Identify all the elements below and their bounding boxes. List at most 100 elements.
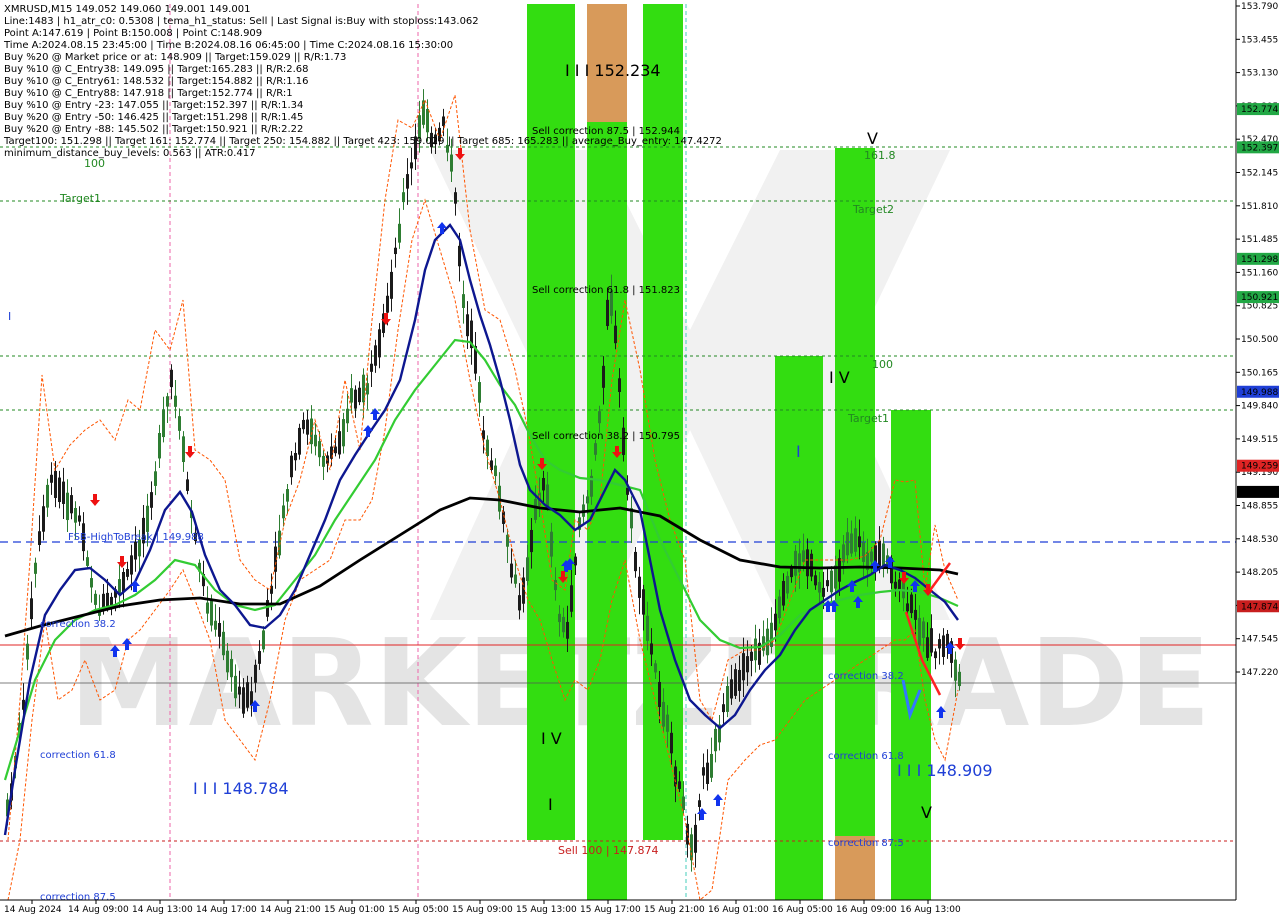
info-line: Line:1483 | h1_atr_c0: 0.5308 | tema_h1_… <box>4 16 479 27</box>
candle-body <box>290 455 293 478</box>
price-tick-label: 150.825 <box>1241 302 1278 312</box>
label-wave-i-left: I <box>8 310 11 323</box>
candle-body <box>182 436 185 463</box>
price-box-label: 149.259 <box>1241 462 1278 472</box>
candle-body <box>662 701 665 727</box>
time-tick-label: 15 Aug 01:00 <box>324 905 385 915</box>
candle-body <box>74 507 77 523</box>
candle-body <box>94 593 97 605</box>
candle-body <box>214 620 217 630</box>
price-box-label: 152.774 <box>1241 105 1278 115</box>
candle-body <box>634 551 637 572</box>
time-tick-label: 15 Aug 09:00 <box>452 905 513 915</box>
candle-body <box>882 543 885 567</box>
candle-body <box>534 498 537 520</box>
candle-body <box>162 409 165 438</box>
candle-body <box>878 540 881 566</box>
price-tick-label: 149.840 <box>1241 402 1278 412</box>
candle-body <box>254 664 257 683</box>
candle-body <box>86 557 89 566</box>
candle-body <box>370 363 373 372</box>
candle-body <box>726 685 729 712</box>
candle-body <box>298 427 301 455</box>
info-line: Point A:147.619 | Point B:150.008 | Poin… <box>4 28 262 39</box>
label-level-148909: I I I 148.909 <box>897 761 993 780</box>
candle-body <box>826 580 829 587</box>
candle-body <box>282 505 285 519</box>
candle-body <box>494 465 497 477</box>
candle-body <box>294 452 297 461</box>
candle-body <box>550 531 553 557</box>
candle-body <box>670 732 673 754</box>
candle-body <box>586 496 589 504</box>
price-box-label: 149.988 <box>1241 388 1278 398</box>
candle-body <box>450 154 453 172</box>
candle-body <box>246 682 249 708</box>
candle-body <box>894 581 897 589</box>
candle-body <box>206 602 209 614</box>
label-correction-38-right: correction 38.2 <box>828 671 904 682</box>
candle-body <box>218 623 221 637</box>
candle-body <box>354 389 357 409</box>
info-line: Buy %10 @ C_Entry38: 149.095 || Target:1… <box>4 64 309 75</box>
candle-body <box>678 781 681 789</box>
label-level-148784: I I I 148.784 <box>193 779 289 798</box>
time-tick-label: 15 Aug 05:00 <box>388 905 449 915</box>
candle-body <box>666 714 669 732</box>
label-wave-iv-mid: I V <box>541 729 562 748</box>
candle-body <box>78 515 81 522</box>
candle-body <box>38 531 41 545</box>
candle-body <box>698 800 701 807</box>
candle-body <box>818 582 821 593</box>
candle-body <box>186 479 189 491</box>
time-tick-label: 15 Aug 17:00 <box>580 905 641 915</box>
label-wave-v-top: V <box>867 129 878 148</box>
candle-body <box>958 671 961 687</box>
candle-body <box>410 162 413 169</box>
candle-body <box>938 639 941 649</box>
candle-body <box>126 569 129 577</box>
candle-body <box>26 643 29 660</box>
candle-body <box>66 492 69 521</box>
candle-body <box>266 600 269 617</box>
candle-body <box>786 575 789 594</box>
candle-body <box>346 408 349 424</box>
candle-body <box>462 294 465 308</box>
candle-body <box>690 834 693 861</box>
candle-body <box>526 557 529 581</box>
candle-body <box>394 247 397 255</box>
candle-body <box>234 675 237 699</box>
candle-body <box>798 553 801 573</box>
info-line: Buy %10 @ Entry -23: 147.055 || Target:1… <box>4 100 303 111</box>
price-tick-label: 148.530 <box>1241 535 1278 545</box>
candle-body <box>338 431 341 455</box>
candle-body <box>814 575 817 586</box>
price-tick-label: 149.515 <box>1241 435 1278 445</box>
price-chart[interactable]: MARKETZITRADE XMRUSD,M15 149.052 149.060… <box>0 0 1280 920</box>
candle-body <box>782 580 785 606</box>
time-tick-label: 16 Aug 13:00 <box>900 905 961 915</box>
label-wave-i-right: I <box>796 442 801 461</box>
info-line: Target100: 151.298 || Target 161: 152.77… <box>3 136 722 147</box>
candle-body <box>170 369 173 388</box>
candle-body <box>594 443 597 455</box>
label-correction-38-left: correction 38.2 <box>40 619 116 630</box>
time-tick-label: 14 Aug 13:00 <box>132 905 193 915</box>
label-level-152234: I I I 152.234 <box>565 61 661 80</box>
price-axis[interactable]: 153.790153.455153.130152.805152.470152.1… <box>1235 0 1280 900</box>
candle-body <box>506 534 509 547</box>
candle-body <box>222 631 225 656</box>
candle-body <box>402 192 405 203</box>
candle-body <box>510 563 513 578</box>
candle-body <box>46 484 49 508</box>
label-correction-87-right: correction 87.5 <box>828 838 904 849</box>
time-axis[interactable]: 14 Aug 2024 14 Aug 09:00 14 Aug 13:00 14 Au… <box>0 899 1280 920</box>
info-line: Buy %20 @ Entry -88: 145.502 || Target:1… <box>4 124 303 135</box>
candle-body <box>54 470 57 498</box>
candle-body <box>386 295 389 313</box>
candle-body <box>558 613 561 623</box>
label-sell-correction-38: Sell correction 38.2 | 150.795 <box>532 431 680 442</box>
candle-body <box>306 419 309 435</box>
candle-body <box>122 572 125 593</box>
candle-body <box>830 570 833 593</box>
